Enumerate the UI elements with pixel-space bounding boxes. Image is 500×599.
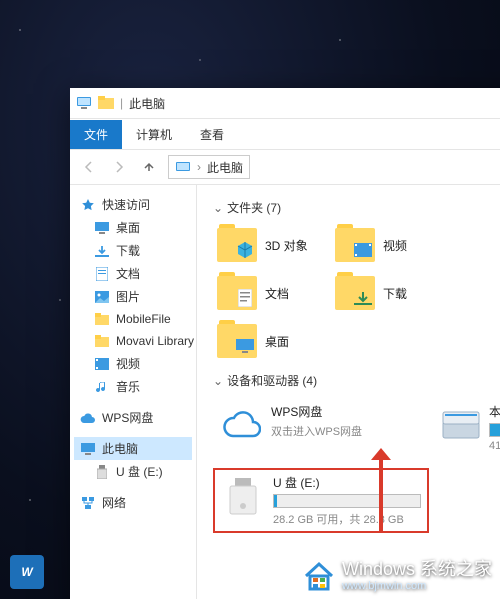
- usb-icon: [94, 464, 110, 480]
- folder-icon: [335, 276, 375, 310]
- folder-desktop[interactable]: 桌面: [213, 320, 331, 362]
- document-icon: [94, 266, 110, 282]
- sidebar-network[interactable]: 网络: [74, 491, 192, 514]
- folder-3d-objects[interactable]: 3D 对象: [213, 224, 331, 266]
- folder-documents[interactable]: 文档: [213, 272, 331, 314]
- sidebar-item-pictures[interactable]: 图片: [74, 285, 192, 308]
- network-icon: [80, 495, 96, 511]
- drive-local-c[interactable]: 本地磁盘 41.8 GB: [435, 397, 500, 458]
- ribbon-tab-view[interactable]: 查看: [186, 120, 238, 149]
- folder-downloads[interactable]: 下载: [331, 272, 449, 314]
- group-devices-header[interactable]: ⌄ 设备和驱动器 (4): [213, 372, 500, 389]
- folder-icon: [217, 228, 257, 262]
- sidebar-item-downloads[interactable]: 下载: [74, 239, 192, 262]
- sidebar-item-mobilefile[interactable]: MobileFile: [74, 308, 192, 330]
- sidebar-wps[interactable]: WPS网盘: [74, 406, 192, 429]
- this-pc-icon: [80, 441, 96, 457]
- sidebar-item-desktop[interactable]: 桌面: [74, 216, 192, 239]
- sidebar-item-videos[interactable]: 视频: [74, 352, 192, 375]
- file-explorer-window: | 此电脑 文件 计算机 查看 › 此电脑 快速访问 桌面: [70, 88, 500, 599]
- address-field[interactable]: › 此电脑: [168, 155, 250, 179]
- content-pane: ⌄ 文件夹 (7) 3D 对象 视频 文档: [197, 185, 500, 599]
- watermark: Windows 系统之家 www.bjmwin.com: [302, 559, 492, 593]
- folder-icon: [94, 311, 110, 327]
- folder-icon: [335, 228, 375, 262]
- house-icon: [302, 559, 336, 593]
- music-icon: [94, 379, 110, 395]
- sidebar-item-usb[interactable]: U 盘 (E:): [74, 460, 192, 483]
- nav-back-icon[interactable]: [78, 156, 100, 178]
- folder-icon: [98, 95, 114, 111]
- cloud-icon: [80, 410, 96, 426]
- drive-wps[interactable]: WPS网盘 双击进入WPS网盘: [213, 397, 425, 458]
- folder-videos[interactable]: 视频: [331, 224, 449, 266]
- sidebar: 快速访问 桌面 下载 文档 图片 MobileFile Movavi Libra…: [70, 185, 197, 599]
- group-folders-header[interactable]: ⌄ 文件夹 (7): [213, 199, 500, 216]
- picture-icon: [94, 289, 110, 305]
- sidebar-item-movavi[interactable]: Movavi Library: [74, 330, 192, 352]
- sidebar-quick-access[interactable]: 快速访问: [74, 193, 192, 216]
- taskbar-wps-icon[interactable]: W: [10, 555, 44, 589]
- sidebar-this-pc[interactable]: 此电脑: [74, 437, 192, 460]
- window-title: 此电脑: [129, 95, 165, 112]
- sidebar-item-music[interactable]: 音乐: [74, 375, 192, 398]
- chevron-down-icon: ⌄: [213, 374, 223, 388]
- nav-fwd-icon[interactable]: [108, 156, 130, 178]
- ribbon-tab-file[interactable]: 文件: [70, 120, 122, 149]
- chevron-down-icon: ⌄: [213, 201, 223, 215]
- folder-icon: [94, 333, 110, 349]
- ribbon-tab-computer[interactable]: 计算机: [122, 120, 186, 149]
- folder-icon: [217, 276, 257, 310]
- star-icon: [80, 197, 96, 213]
- address-bar: › 此电脑: [70, 150, 500, 185]
- folder-icon: [217, 324, 257, 358]
- drive-usb-highlight: U 盘 (E:) 28.2 GB 可用，共 28.3 GB: [213, 468, 429, 533]
- address-text: 此电脑: [207, 159, 243, 176]
- sidebar-item-documents[interactable]: 文档: [74, 262, 192, 285]
- titlebar[interactable]: | 此电脑: [70, 88, 500, 119]
- desktop-icon: [94, 220, 110, 236]
- ribbon: 文件 计算机 查看: [70, 119, 500, 150]
- drive-usb[interactable]: U 盘 (E:) 28.2 GB 可用，共 28.3 GB: [221, 474, 421, 527]
- download-icon: [94, 243, 110, 259]
- hdd-icon: [441, 403, 481, 447]
- this-pc-icon: [76, 95, 92, 111]
- nav-up-icon[interactable]: [138, 156, 160, 178]
- cloud-icon: [219, 403, 263, 447]
- usb-drive-icon: [221, 474, 265, 518]
- video-icon: [94, 356, 110, 372]
